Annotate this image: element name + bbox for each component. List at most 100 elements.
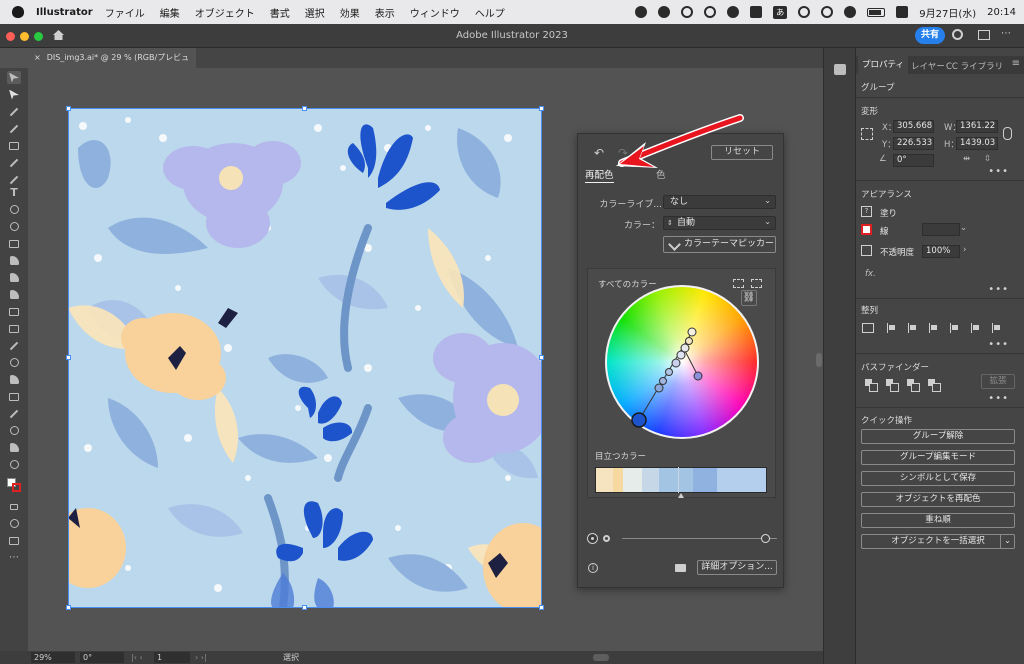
artboard-navigation-next[interactable]: › ›| [195, 652, 207, 663]
opacity-label[interactable]: 不透明度 [880, 246, 914, 258]
clock-icon[interactable] [798, 6, 811, 18]
search-icon[interactable] [952, 29, 963, 40]
colors-count-select[interactable]: ⇕ 自動 ⌄ [663, 216, 776, 230]
paintbrush-tool-icon[interactable] [7, 173, 21, 186]
color-theme-picker-button[interactable]: カラーテーマピッカー [663, 236, 776, 253]
adjustment-slider-knob[interactable] [761, 534, 770, 543]
minus-front-icon[interactable] [886, 379, 899, 392]
tab-cc-libraries[interactable]: CC ライブラリ [946, 60, 1003, 72]
more-icon[interactable]: ⋯ [1001, 28, 1011, 39]
artboard-tool-icon[interactable] [7, 390, 21, 403]
comments-icon[interactable] [834, 64, 846, 75]
opacity-field[interactable]: 100% [922, 245, 960, 258]
artboard-navigation[interactable]: |‹ ‹ [131, 652, 143, 663]
share-button[interactable]: 共有 [915, 27, 945, 44]
stroke-swatch-icon[interactable] [861, 224, 872, 235]
recolor-artwork-button[interactable]: オブジェクトを再配色 [861, 492, 1015, 507]
selection-handle[interactable] [539, 106, 544, 111]
prominent-color-swatch[interactable] [641, 468, 659, 492]
tab-layers[interactable]: レイヤー [911, 60, 945, 72]
menu-effect[interactable]: 効果 [340, 5, 360, 20]
stroke-weight-field[interactable] [922, 223, 960, 236]
selection-handle[interactable] [539, 355, 544, 360]
menu-file[interactable]: ファイル [105, 5, 145, 20]
creative-cloud-icon[interactable] [635, 6, 648, 18]
height-field[interactable]: 1439.03 [956, 137, 998, 150]
line-tool-icon[interactable] [7, 156, 21, 169]
fill-stroke-swatch-icon[interactable] [7, 477, 21, 492]
align-vertical-center-icon[interactable] [971, 323, 981, 333]
apple-icon[interactable] [12, 6, 24, 18]
saturation-toggle-icon[interactable] [587, 533, 598, 544]
brightness-toggle-icon[interactable] [603, 535, 610, 542]
type-tool-icon[interactable]: T [7, 186, 21, 199]
more-align-options-icon[interactable]: ••• [988, 339, 1009, 350]
horizontal-scrollbar[interactable] [593, 654, 609, 661]
eraser-tool-icon[interactable] [7, 288, 21, 301]
menubar-date[interactable]: 9月27日(水) [919, 5, 976, 20]
align-left-icon[interactable] [887, 323, 897, 333]
align-right-icon[interactable] [929, 323, 939, 333]
chevron-down-icon[interactable]: ⌄ [960, 223, 967, 233]
stepper-icon[interactable]: ⇕ [667, 217, 673, 229]
panel-menu-icon[interactable]: ≡ [1012, 58, 1020, 69]
rotate-view-tool-icon[interactable] [7, 458, 21, 471]
rotate-tool-icon[interactable] [7, 220, 21, 233]
menu-view[interactable]: 表示 [375, 5, 395, 20]
expand-button[interactable]: 拡張 [981, 374, 1015, 389]
free-transform-tool-icon[interactable] [7, 305, 21, 318]
prominent-color-swatch[interactable] [716, 468, 766, 492]
control-center-icon[interactable] [896, 6, 909, 18]
color-wheel[interactable] [605, 285, 759, 439]
selection-handle[interactable] [66, 605, 71, 610]
width-tool-icon[interactable] [7, 254, 21, 267]
direct-selection-tool-icon[interactable] [7, 88, 21, 101]
menu-window[interactable]: ウィンドウ [410, 5, 460, 20]
scissors-tool-icon[interactable] [7, 203, 21, 216]
selection-handle[interactable] [302, 106, 307, 111]
menu-type[interactable]: 書式 [270, 5, 290, 20]
more-transform-options-icon[interactable]: ••• [988, 166, 1009, 177]
rotation-select[interactable]: 0° [80, 652, 124, 663]
menubar-time[interactable]: 20:14 [987, 7, 1016, 18]
selection-tool-icon[interactable] [7, 71, 21, 84]
close-tab-icon[interactable]: × [34, 53, 41, 62]
select-similar-button[interactable]: オブジェクトを一括選択 ⌄ [861, 534, 1015, 549]
zoom-select[interactable]: 29% [31, 652, 75, 663]
edit-toolbar-icon[interactable]: ⋯ [7, 551, 21, 564]
bird-icon[interactable] [658, 6, 671, 18]
info-icon[interactable]: i [588, 563, 598, 573]
more-appearance-options-icon[interactable]: ••• [988, 284, 1009, 295]
fill-swatch-icon[interactable]: ? [861, 206, 872, 217]
menu-edit[interactable]: 編集 [160, 5, 180, 20]
slice-tool-icon[interactable] [7, 407, 21, 420]
gradient-tool-icon[interactable] [7, 322, 21, 335]
curvature-tool-icon[interactable] [7, 122, 21, 135]
adjustment-slider-track[interactable] [622, 538, 777, 539]
align-bottom-icon[interactable] [992, 323, 1002, 333]
blend-tool-icon[interactable] [7, 356, 21, 369]
more-pathfinder-options-icon[interactable]: ••• [988, 393, 1009, 404]
selection-handle[interactable] [539, 605, 544, 610]
selection-handle[interactable] [66, 106, 71, 111]
app-menu[interactable]: Illustrator [36, 7, 93, 18]
link-harmony-icon[interactable]: ⛓ [741, 290, 757, 306]
x-field[interactable]: 305.668 [893, 120, 934, 133]
hand-tool-icon[interactable] [7, 441, 21, 454]
width-field[interactable]: 1361.22 [956, 120, 998, 133]
selection-handle[interactable] [66, 355, 71, 360]
briefcase-icon[interactable] [750, 6, 763, 18]
color-mode-icon[interactable] [7, 500, 21, 513]
shape-builder-tool-icon[interactable] [7, 271, 21, 284]
menu-object[interactable]: オブジェクト [195, 5, 255, 20]
battery-icon[interactable] [867, 7, 886, 17]
fx-icon[interactable]: fx. [865, 269, 876, 279]
menu-help[interactable]: ヘルプ [475, 5, 505, 20]
stroke-label[interactable]: 線 [880, 225, 889, 237]
unite-icon[interactable] [865, 379, 878, 392]
wifi-icon[interactable] [844, 6, 857, 18]
artboard-illustration[interactable] [68, 108, 542, 608]
workspace-icon[interactable] [978, 30, 990, 40]
chevron-right-icon[interactable]: › [963, 245, 966, 255]
screen-mode-icon[interactable] [7, 534, 21, 547]
